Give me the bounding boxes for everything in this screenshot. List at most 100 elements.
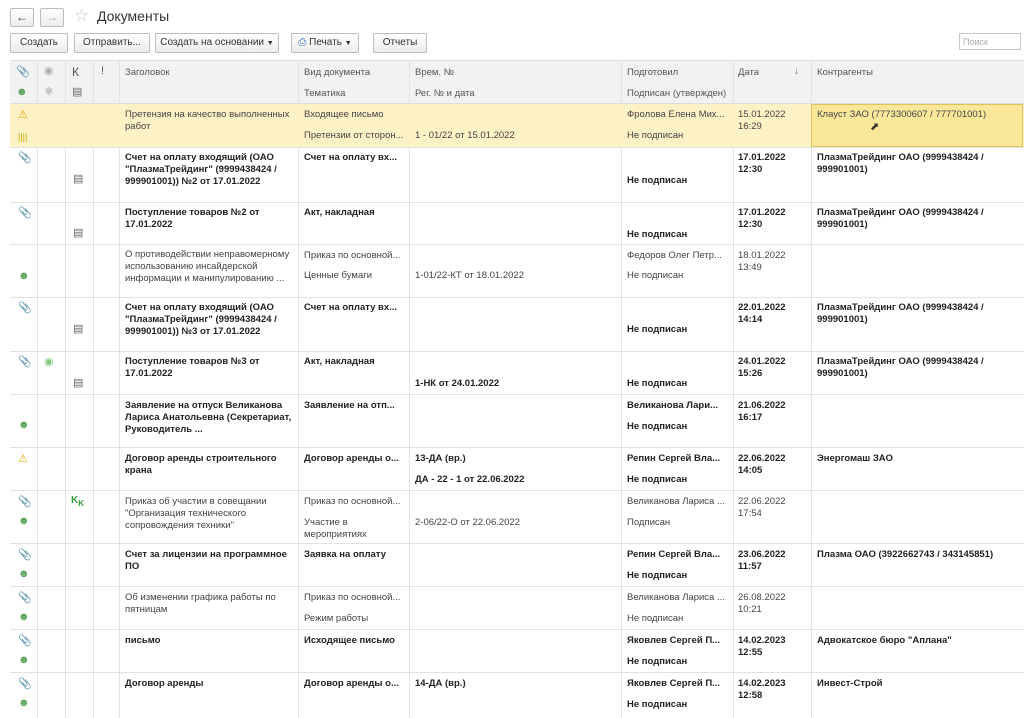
arrow-left-icon: ← — [16, 10, 28, 24]
row-prepared: Яковлев Сергей П... — [627, 635, 721, 646]
row-doc-type: Приказ по основной... — [304, 592, 401, 603]
sort-arrow-icon[interactable]: ↓ — [794, 66, 799, 77]
table-row[interactable]: 📎 ☻ Об изменении графика работы по пятни… — [10, 587, 1024, 630]
row-title: Счет на оплату входящий (ОАО "ПлазмаТрей… — [125, 302, 277, 337]
table-row[interactable]: 📎 ☻ Счет за лицензии на программное ПО З… — [10, 544, 1024, 587]
row-time: 15:26 — [738, 368, 763, 379]
toolbar: Создать Отправить... Создать на основани… — [0, 32, 1024, 58]
table-row[interactable]: 📎 ▤ Счет на оплату входящий (ОАО "Плазма… — [10, 148, 1024, 203]
row-date: 22.01.2022 — [738, 302, 786, 313]
mouse-cursor-icon: ⬈ — [870, 121, 880, 133]
row-contractor: ПлазмаТрейдинг ОАО (9999438424 / 9999010… — [817, 152, 984, 175]
row-signed: Не подписан — [627, 270, 684, 281]
attachment-icon: 📎 — [18, 635, 32, 647]
page-title: Документы — [97, 8, 170, 24]
row-reg-no: 2-06/22-О от 22.06.2022 — [415, 517, 521, 528]
timeno-column-header[interactable]: Врем. № — [415, 67, 454, 78]
table-row[interactable]: 📎 ☻ письмо Исходящее письмо Яковлев Серг… — [10, 630, 1024, 673]
attachment-icon: 📎 — [18, 302, 32, 314]
user-column-icon[interactable]: ☻ — [16, 86, 28, 98]
back-button[interactable]: ← — [10, 8, 34, 27]
row-contractor: Клауст ЗАО (7773300607 / 777701001) — [817, 109, 987, 120]
table-row[interactable]: 📎 ☻ Договор аренды Договор аренды о... 1… — [10, 673, 1024, 718]
date-column-header[interactable]: Дата — [738, 67, 759, 78]
row-doc-type: Приказ по основной... — [304, 250, 401, 261]
row-signed: Не подписан — [627, 421, 688, 432]
row-prepared: Репин Сергей Вла... — [627, 453, 721, 464]
row-title: Счет за лицензии на программное ПО — [125, 549, 287, 572]
table-row[interactable]: 📎 ◉ ▤ Поступление товаров №3 от 17.01.20… — [10, 352, 1024, 395]
create-button[interactable]: Создать — [10, 33, 68, 53]
row-contractor: Инвест-Строй — [817, 678, 883, 689]
status-column-icon[interactable]: ◉ — [44, 65, 54, 77]
hierarchy-icon[interactable]: ⚛ — [44, 86, 54, 98]
attachment-icon: 📎 — [18, 549, 32, 561]
arrow-right-icon: → — [46, 10, 58, 24]
table-row[interactable]: ☻ О противодействии неправомерному испол… — [10, 245, 1024, 298]
table-row[interactable]: ☻ Заявление на отпуск Великанова Лариса … — [10, 395, 1024, 448]
row-date: 21.06.2022 — [738, 400, 786, 411]
printer-icon: ⎙ — [298, 37, 307, 48]
row-doc-type: Счет на оплату вх... — [304, 152, 398, 163]
warning-icon: ⚠ — [18, 109, 28, 121]
user-icon: ☻ — [18, 654, 30, 666]
row-time: 11:57 — [738, 561, 762, 572]
table-row[interactable]: ⚠ |||| Претензия на качество выполненных… — [10, 104, 1024, 148]
row-time: 16:17 — [738, 412, 763, 423]
row-contractor: Адвокатское бюро "Аплана" — [817, 635, 952, 646]
row-title: Поступление товаров №2 от 17.01.2022 — [125, 207, 260, 230]
create-based-button[interactable]: Создать на основании ▼ — [155, 33, 279, 53]
signed-column-header[interactable]: Подписан (утвержден) — [627, 88, 726, 99]
document-icon: ▤ — [73, 323, 84, 335]
row-date: 14.02.2023 — [738, 678, 786, 689]
document-column-icon[interactable]: ▤ — [72, 86, 82, 98]
row-prepared: Великанова Лариса ... — [627, 496, 725, 507]
pause-icon: |||| — [18, 132, 28, 142]
row-date: 26.08.2022 — [738, 592, 786, 603]
forward-button[interactable]: → — [40, 8, 64, 27]
contractors-column-header[interactable]: Контрагенты — [817, 67, 873, 78]
reports-button[interactable]: Отчеты — [373, 33, 427, 53]
row-doc-type: Договор аренды о... — [304, 678, 399, 689]
search-input[interactable]: Поиск (Ctrl+F) — [959, 33, 1021, 50]
title-column-header[interactable]: Заголовок — [125, 67, 170, 78]
favorite-star-icon[interactable]: ☆ — [74, 6, 89, 26]
row-date: 15.01.2022 — [738, 109, 786, 120]
table-row[interactable]: 📎 KK ☻ Приказ об участии в совещании "Ор… — [10, 491, 1024, 544]
row-date: 22.06.2022 — [738, 496, 786, 507]
table-row[interactable]: 📎 ▤ Поступление товаров №2 от 17.01.2022… — [10, 203, 1024, 245]
row-signed: Не подписан — [627, 656, 688, 667]
row-title: Договор аренды строительного крана — [125, 453, 277, 476]
row-time: 16:29 — [738, 121, 762, 132]
row-signed: Не подписан — [627, 324, 688, 335]
row-topic: Режим работы — [304, 613, 369, 624]
k-column-header[interactable]: К — [72, 65, 79, 79]
row-title: О противодействии неправомерному использ… — [125, 249, 290, 284]
table-row[interactable]: 📎 ▤ Счет на оплату входящий (ОАО "Плазма… — [10, 298, 1024, 352]
row-contractor: ПлазмаТрейдинг ОАО (9999438424 / 9999010… — [817, 207, 984, 230]
doctype-column-header[interactable]: Вид документа — [304, 67, 370, 78]
attachment-column-icon[interactable]: 📎 — [16, 66, 30, 78]
document-icon: ▤ — [73, 227, 84, 239]
regno-column-header[interactable]: Рег. № и дата — [415, 88, 475, 99]
row-prepared: Великанова Лариса ... — [627, 592, 725, 603]
topic-column-header[interactable]: Тематика — [304, 88, 345, 99]
row-title: Договор аренды — [125, 678, 204, 689]
attachment-icon: 📎 — [18, 152, 32, 164]
row-date: 14.02.2023 — [738, 635, 786, 646]
row-time: 14:14 — [738, 314, 763, 325]
prepared-column-header[interactable]: Подготовил — [627, 67, 678, 78]
row-prepared: Репин Сергей Вла... — [627, 549, 721, 560]
send-button[interactable]: Отправить... — [74, 33, 150, 53]
dropdown-arrow-icon: ▼ — [266, 40, 274, 47]
user-icon: ☻ — [18, 611, 30, 623]
user-icon: ☻ — [18, 515, 30, 527]
row-time: 12:30 — [738, 164, 763, 175]
priority-column-header[interactable]: ! — [101, 65, 104, 77]
row-prepared: Фролова Елена Мих... — [627, 109, 725, 120]
row-signed: Не подписан — [627, 699, 688, 710]
row-prepared: Великанова Лари... — [627, 400, 718, 411]
table-row[interactable]: ⚠ Договор аренды строительного крана Дог… — [10, 448, 1024, 491]
print-button[interactable]: ⎙ Печать ▼ — [291, 33, 359, 53]
row-date: 22.06.2022 — [738, 453, 786, 464]
